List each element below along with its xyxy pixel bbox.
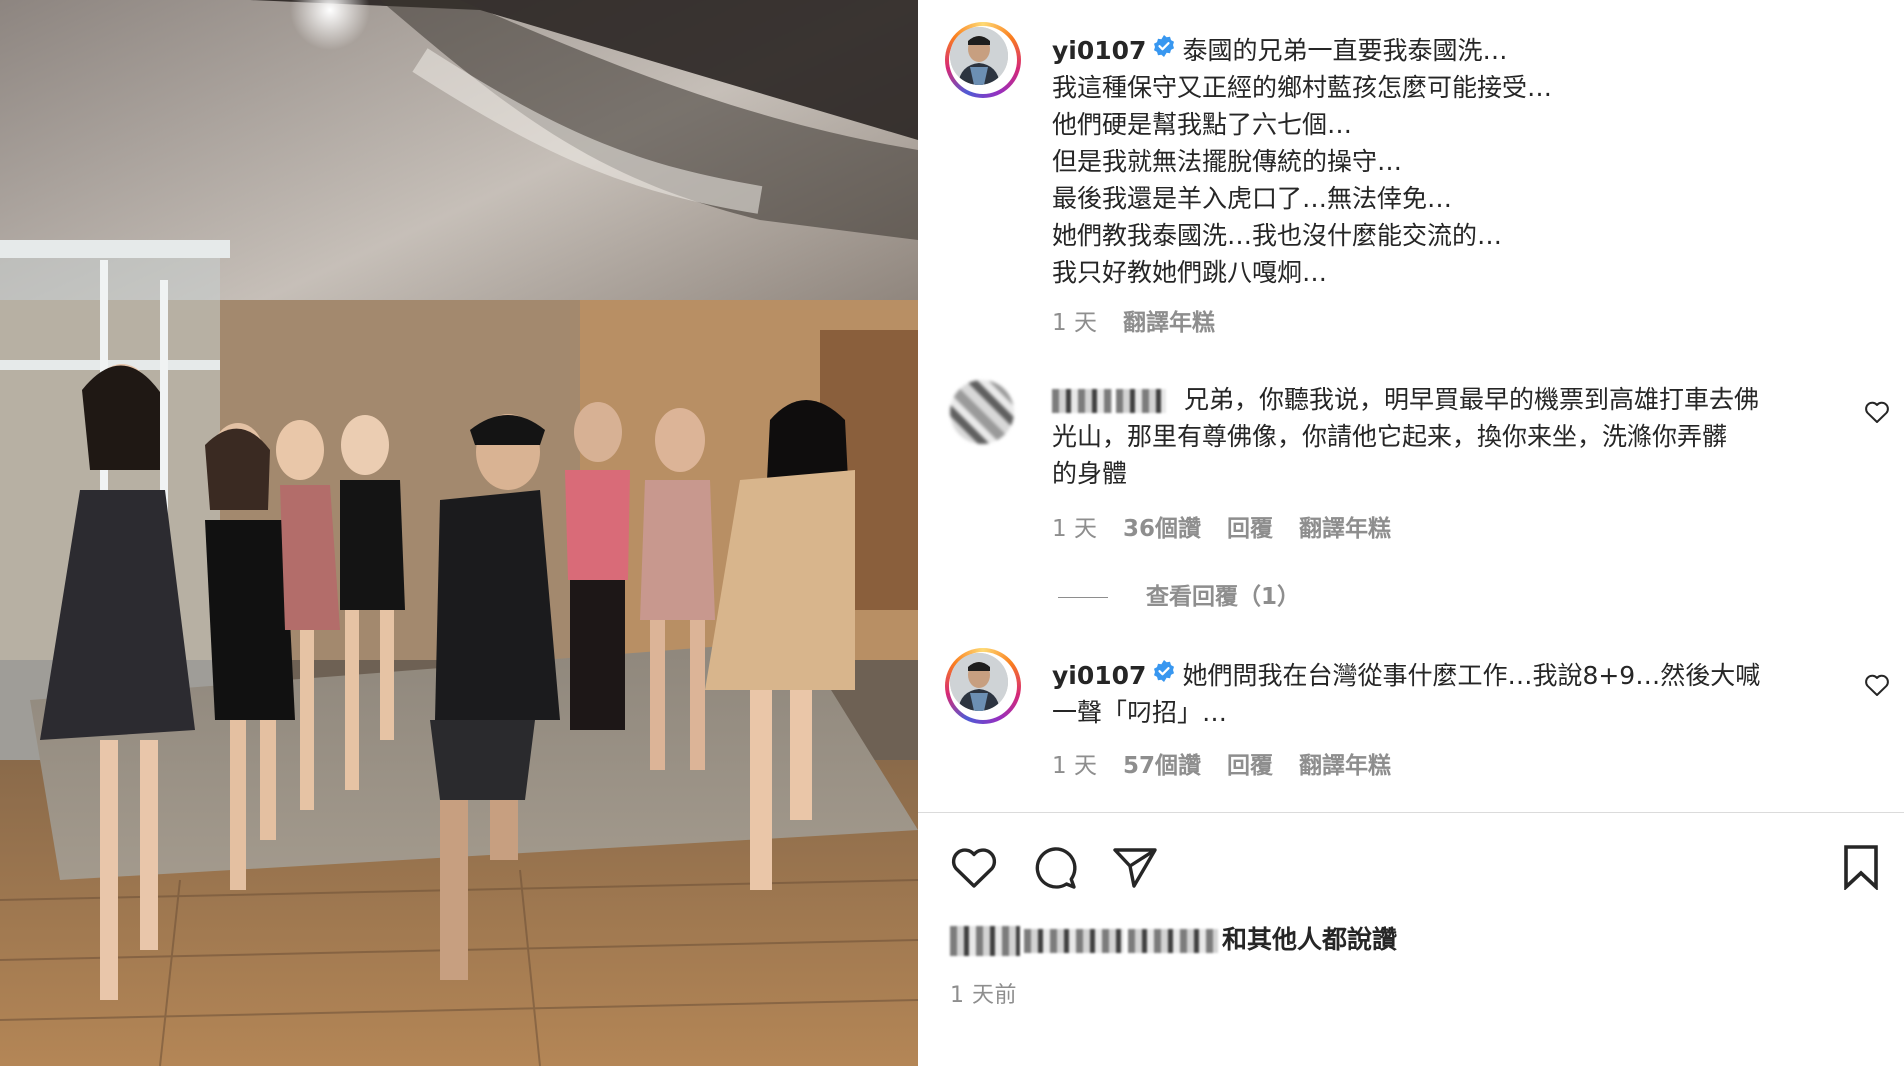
comment-2-time[interactable]: 1 天 <box>1052 753 1097 779</box>
view-replies-button[interactable]: 查看回覆（1） <box>1058 577 1300 611</box>
liked-by-line[interactable]: 和其他人都說讚 <box>950 920 1397 956</box>
comment-1-line-3: 的身體 <box>1052 459 1128 488</box>
caption-text: 泰國的兄弟一直要我泰國洗… <box>1182 36 1508 65</box>
liked-by-suffix: 和其他人都說讚 <box>1222 925 1398 954</box>
actions-divider <box>918 812 1904 813</box>
liked-by-avatars-redacted <box>950 926 1020 956</box>
commenter-avatar[interactable] <box>950 380 1014 444</box>
bookmark-icon[interactable] <box>1841 844 1881 894</box>
view-replies-label: 查看回覆（1） <box>1146 584 1301 610</box>
author-avatar[interactable] <box>945 22 1021 98</box>
comment-2-likes[interactable]: 57個讚 <box>1123 753 1201 779</box>
caption-line-6: 她們教我泰國洗…我也沒什麼能交流的… <box>1052 221 1503 250</box>
comment-1-time[interactable]: 1 天 <box>1052 516 1097 542</box>
caption-line-2: 我這種保守又正經的鄉村藍孩怎麼可能接受… <box>1052 73 1553 102</box>
caption-line-4: 但是我就無法擺脫傳統的操守… <box>1052 147 1403 176</box>
comment-2-avatar[interactable] <box>945 648 1021 724</box>
send-icon[interactable] <box>1112 844 1158 894</box>
comment-2-text-1: 她們問我在台灣從事什麼工作…我說8+9…然後大喊 <box>1182 661 1761 690</box>
comment-1-like-icon[interactable] <box>1864 400 1890 428</box>
verified-badge-icon <box>1152 31 1176 68</box>
comment-1-likes[interactable]: 36個讚 <box>1123 516 1201 542</box>
comment-icon[interactable] <box>1031 845 1079 895</box>
comment-2-meta: 1 天 57個讚 回覆 翻譯年糕 <box>1052 746 1391 780</box>
caption-line-5: 最後我還是羊入虎口了…無法倖免… <box>1052 184 1453 213</box>
heart-icon[interactable] <box>950 846 998 894</box>
comment-2-reply-button[interactable]: 回覆 <box>1227 753 1273 779</box>
caption-meta: 1 天翻譯年糕 <box>1052 303 1215 337</box>
comment-2-line-1: yi0107 她們問我在台灣從事什麼工作…我說8+9…然後大喊 <box>1052 657 1760 696</box>
verified-badge-icon <box>1152 656 1176 693</box>
comment-1-reply-button[interactable]: 回覆 <box>1227 516 1273 542</box>
liked-by-username-redacted <box>1024 929 1124 953</box>
caption-line-7: 我只好教她們跳八嘎炯… <box>1052 258 1328 287</box>
commenter-username-redacted-2 <box>1116 389 1166 413</box>
comment-2-translate-link[interactable]: 翻譯年糕 <box>1299 753 1391 779</box>
comment-1-line-2: 光山，那里有尊佛像，你請他它起来，換你来坐，洗滌你弄髒 <box>1052 422 1728 451</box>
caption-line-1: yi0107 泰國的兄弟一直要我泰國洗… <box>1052 32 1507 71</box>
liked-by-username-redacted-2 <box>1128 929 1218 953</box>
post-photo[interactable] <box>0 0 918 1066</box>
post-timestamp[interactable]: 1 天前 <box>950 977 1017 1009</box>
caption-line-3: 他們硬是幫我點了六七個… <box>1052 110 1353 139</box>
comment-1-translate-link[interactable]: 翻譯年糕 <box>1299 516 1391 542</box>
caption-translate-link[interactable]: 翻譯年糕 <box>1123 310 1215 336</box>
comment-2-line-2: 一聲「叼招」… <box>1052 698 1228 727</box>
commenter-username-redacted[interactable] <box>1052 389 1112 413</box>
author-username[interactable]: yi0107 <box>1052 36 1146 65</box>
view-replies-line <box>1058 597 1108 598</box>
caption-time[interactable]: 1 天 <box>1052 310 1097 336</box>
comment-1-text-1: 兄弟，你聽我说，明早買最早的機票到高雄打車去佛 <box>1184 385 1760 414</box>
comment-1-line-1: 兄弟，你聽我说，明早買最早的機票到高雄打車去佛 <box>1052 381 1759 418</box>
comment-1-meta: 1 天 36個讚 回覆 翻譯年糕 <box>1052 509 1391 543</box>
comment-2-username[interactable]: yi0107 <box>1052 661 1146 690</box>
comment-2-like-icon[interactable] <box>1864 673 1890 701</box>
